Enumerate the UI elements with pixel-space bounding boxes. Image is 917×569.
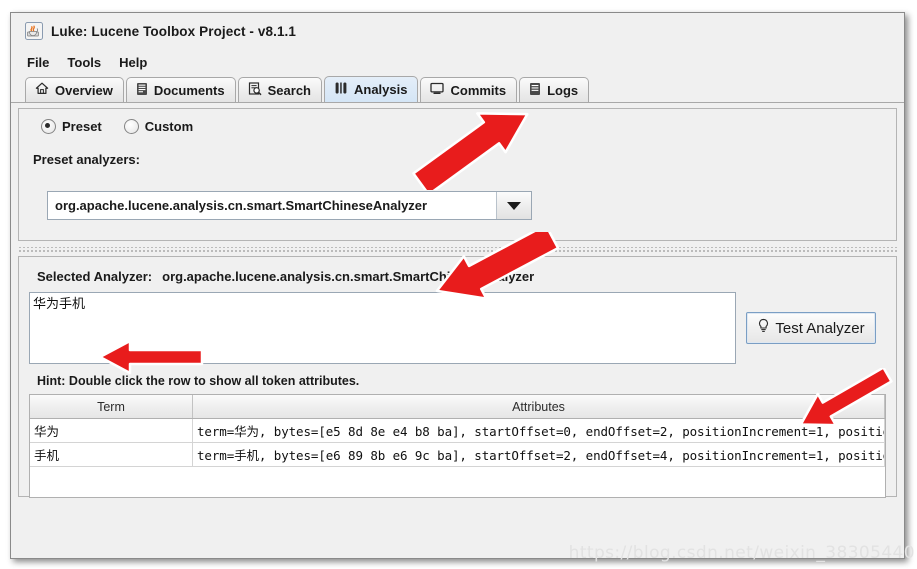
analyzer-selector-panel: Preset Custom Preset analyzers: org.apac… [18,108,897,241]
cell-attributes: term=手机, bytes=[e6 89 8b e6 9c ba], star… [192,442,885,467]
table-header-row: Term Attributes [30,395,885,419]
tab-commits-label: Commits [450,82,507,98]
panel-splitter[interactable] [18,247,897,253]
tab-logs[interactable]: Logs [519,77,590,102]
tab-search-label: Search [267,82,311,98]
lightbulb-icon [757,318,770,338]
tab-analysis-label: Analysis [354,82,408,97]
chevron-down-icon[interactable] [496,192,531,219]
test-analyzer-button-label: Test Analyzer [775,319,865,337]
watermark: https://blog.csdn.net/weixin_38305440 [568,543,915,563]
preset-analyzer-value: org.apache.lucene.analysis.cn.smart.Smar… [48,192,496,219]
cell-term: 手机 [30,442,193,467]
column-header-attributes[interactable]: Attributes [192,395,885,419]
tab-overview-label: Overview [55,82,113,98]
menu-bar: File Tools Help [11,49,904,75]
token-table: Term Attributes 华为 term=华为, bytes=[e5 8d… [30,395,885,467]
tab-analysis[interactable]: Analysis [324,76,419,102]
caret-down-glyph [507,201,521,210]
list-icon [529,82,541,99]
selected-analyzer-row: Selected Analyzer: org.apache.lucene.ana… [19,257,896,292]
test-analyzer-button[interactable]: Test Analyzer [746,312,876,344]
radio-custom-label: Custom [144,119,194,134]
preset-analyzers-label: Preset analyzers: [33,152,140,167]
selected-analyzer-value: org.apache.lucene.analysis.cn.smart.Smar… [162,269,535,284]
application-window: Luke: Lucene Toolbox Project - v8.1.1 Fi… [10,12,905,559]
document-icon [136,82,148,99]
tab-documents[interactable]: Documents [125,77,236,102]
home-icon [35,82,49,98]
table-row[interactable]: 手机 term=手机, bytes=[e6 89 8b e6 9c ba], s… [30,442,885,467]
analyzer-input-row: 华为手机 Test Analyzer [19,292,896,364]
tab-documents-label: Documents [153,82,225,98]
analysis-tab-content: Preset Custom Preset analyzers: org.apac… [11,108,904,558]
selected-analyzer-label: Selected Analyzer: [37,269,153,284]
column-header-term[interactable]: Term [30,395,193,419]
table-hint-text: Hint: Double click the row to show all t… [37,374,360,388]
test-button-cell: Test Analyzer [736,292,886,364]
token-table-container[interactable]: Term Attributes 华为 term=华为, bytes=[e5 8d… [29,394,886,498]
analysis-bars-icon [334,81,348,98]
tab-strip: Overview Documents Search Analysis Commi… [11,75,904,103]
radio-preset-label: Preset [62,119,102,134]
cell-attributes: term=华为, bytes=[e5 8d 8e e4 b8 ba], star… [192,418,885,443]
java-coffee-cup-icon [25,22,43,40]
tab-search[interactable]: Search [237,77,322,102]
menu-item-file[interactable]: File [25,53,51,72]
menu-item-tools[interactable]: Tools [65,53,103,72]
table-row[interactable]: 华为 term=华为, bytes=[e5 8d 8e e4 b8 ba], s… [30,418,885,443]
monitor-icon [430,82,445,98]
radio-preset[interactable]: Preset [41,119,102,134]
analyzer-mode-radio-group: Preset Custom [19,119,896,134]
tab-overview[interactable]: Overview [25,77,124,102]
menu-item-help[interactable]: Help [117,53,149,72]
analyzer-test-panel: Selected Analyzer: org.apache.lucene.ana… [18,256,897,498]
radio-custom-mark[interactable] [123,119,139,134]
radio-preset-mark[interactable] [41,119,56,134]
radio-custom[interactable]: Custom [123,119,194,134]
analyzer-input-textarea[interactable]: 华为手机 [29,292,736,364]
window-title: Luke: Lucene Toolbox Project - v8.1.1 [51,23,297,39]
search-document-icon [248,81,262,99]
tab-logs-label: Logs [547,82,579,98]
title-bar: Luke: Lucene Toolbox Project - v8.1.1 [11,13,904,49]
cell-term: 华为 [30,418,193,443]
tab-commits[interactable]: Commits [420,77,518,102]
preset-analyzer-combobox[interactable]: org.apache.lucene.analysis.cn.smart.Smar… [47,191,532,220]
